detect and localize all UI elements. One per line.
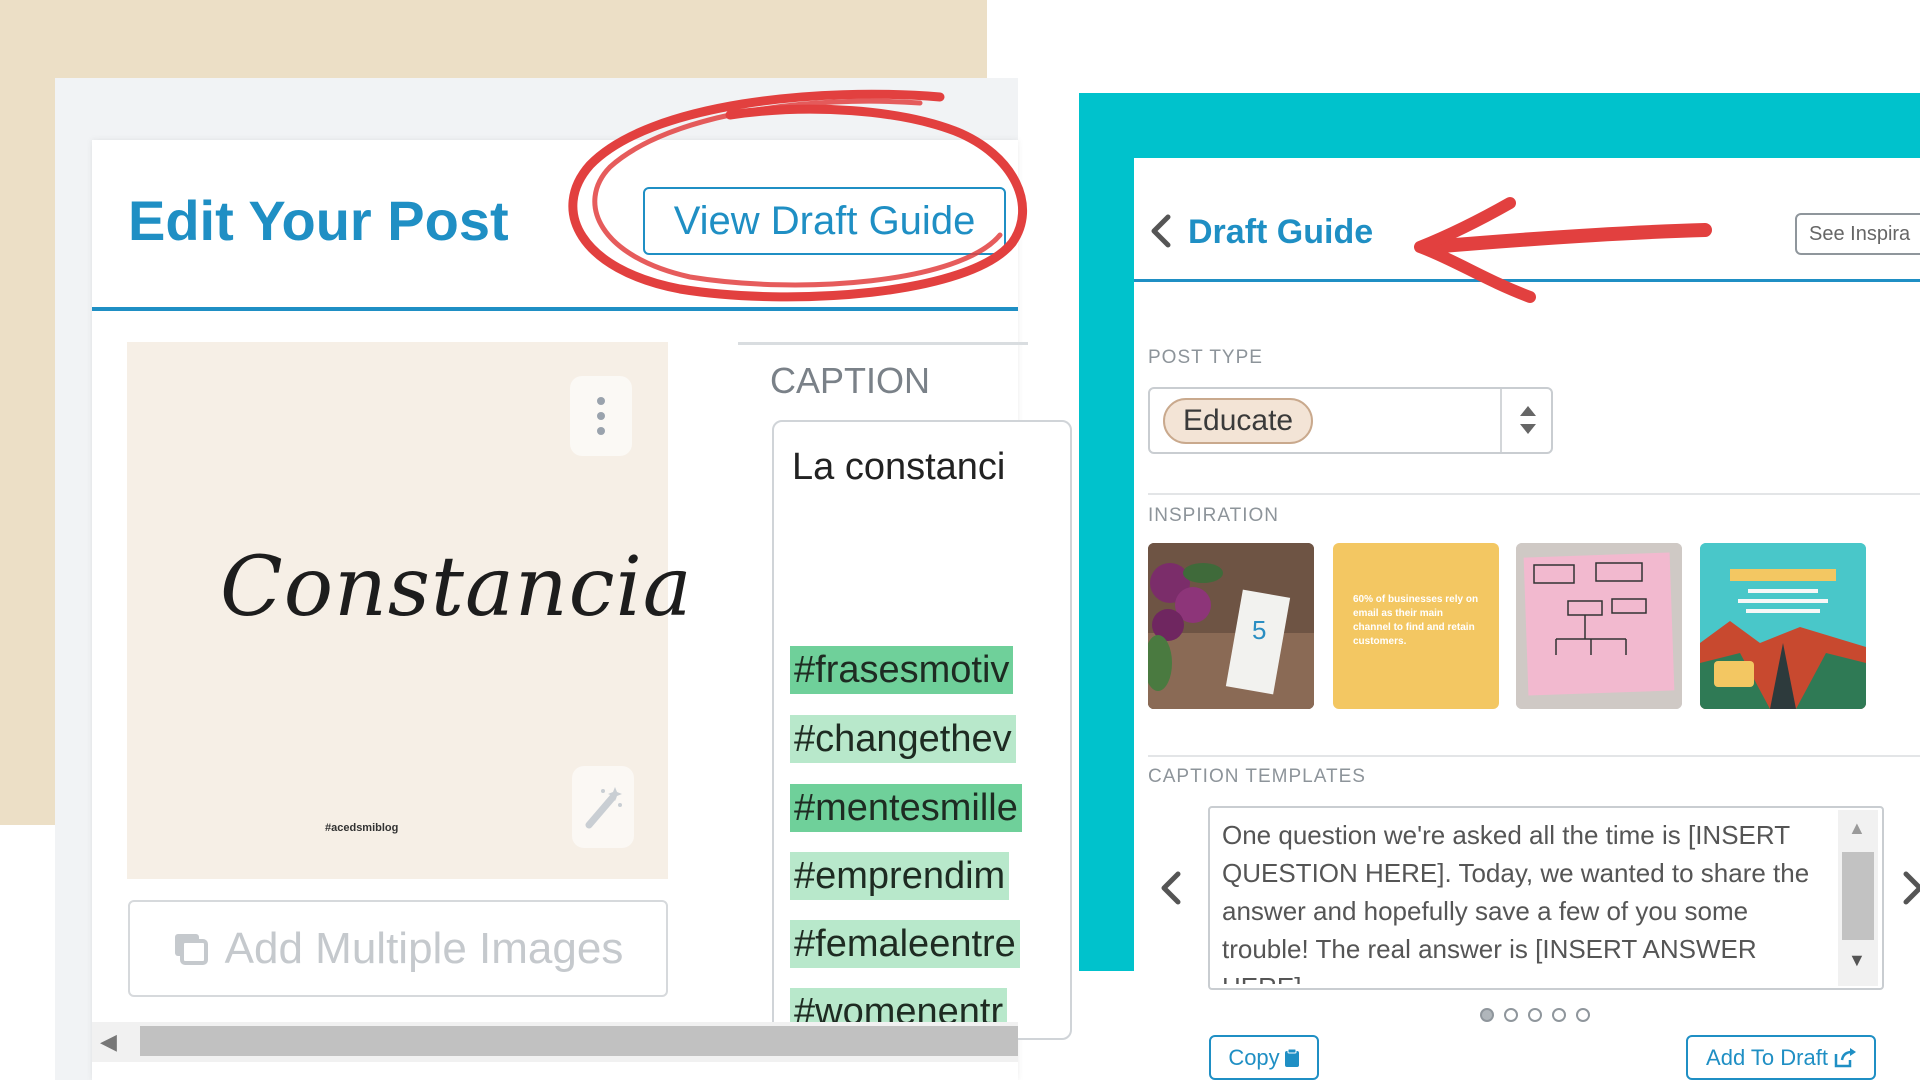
pagination-dot[interactable]: [1528, 1008, 1542, 1022]
section-divider: [1148, 493, 1920, 495]
copy-label: Copy: [1228, 1044, 1280, 1070]
draft-guide-title: Draft Guide: [1188, 213, 1374, 251]
image-handle-text: #acedsmiblog: [325, 822, 399, 834]
kebab-dot: [597, 427, 605, 435]
magic-edit-button[interactable]: [572, 766, 634, 848]
hashtag: #changethev: [790, 715, 1016, 763]
add-to-draft-button[interactable]: Add To Draft: [1686, 1035, 1876, 1080]
select-arrows-icon[interactable]: [1516, 402, 1540, 438]
select-separator: [1500, 389, 1502, 452]
page-title: Edit Your Post: [128, 189, 509, 252]
pagination-dot[interactable]: [1504, 1008, 1518, 1022]
magic-wand-icon: [585, 787, 622, 829]
svg-text:5: 5: [1252, 615, 1266, 645]
caption-divider: [738, 342, 1028, 345]
images-icon: [174, 933, 208, 965]
kebab-menu-icon: [597, 397, 605, 405]
scroll-down-icon[interactable]: ▼: [1848, 950, 1866, 971]
post-type-label: POST TYPE: [1148, 347, 1263, 368]
scroll-left-icon[interactable]: ◀: [100, 1030, 124, 1054]
copy-button[interactable]: Copy: [1209, 1035, 1319, 1080]
flowers-book-image: 5: [1148, 543, 1314, 709]
caption-template-text: One question we're asked all the time is…: [1222, 820, 1810, 984]
draft-guide-divider: [1134, 279, 1920, 282]
section-divider: [1148, 755, 1920, 757]
horizontal-scroll-thumb[interactable]: [140, 1026, 1018, 1056]
pagination-dot[interactable]: [1552, 1008, 1566, 1022]
view-draft-guide-button[interactable]: View Draft Guide: [643, 187, 1006, 255]
image-script-text: Constancia: [220, 540, 693, 635]
chevron-left-icon[interactable]: [1146, 211, 1176, 251]
hashtag: #femaleentre: [790, 920, 1020, 968]
inspiration-label: INSPIRATION: [1148, 505, 1279, 526]
scroll-up-icon[interactable]: ▲: [1848, 818, 1866, 839]
hashtag: #frasesmotiv: [790, 646, 1014, 694]
image-options-button[interactable]: [570, 376, 632, 456]
add-multiple-images-button[interactable]: Add Multiple Images: [128, 900, 668, 997]
hashtag: #emprendim: [790, 852, 1010, 900]
template-pagination: [1480, 1008, 1590, 1022]
see-inspiration-button[interactable]: See Inspira: [1795, 213, 1920, 255]
pagination-dot[interactable]: [1576, 1008, 1590, 1022]
inspiration-thumbnail[interactable]: [1700, 543, 1866, 709]
hashtag: #mentesmille: [790, 784, 1022, 832]
inspiration-thumbnail[interactable]: 60% of businesses rely on email as their…: [1333, 543, 1499, 709]
flowchart-note-image: [1516, 543, 1682, 709]
caption-text: La constanci: [792, 446, 1006, 488]
template-scroll-thumb[interactable]: [1842, 852, 1874, 940]
chevron-left-icon[interactable]: [1158, 868, 1184, 908]
inspiration-thumbnail[interactable]: [1516, 543, 1682, 709]
pagination-dot[interactable]: [1480, 1008, 1494, 1022]
thumbnail-caption: 60% of businesses rely on email as their…: [1353, 594, 1479, 647]
header-divider: [92, 307, 1018, 311]
kebab-dot: [597, 412, 605, 420]
add-to-draft-label: Add To Draft: [1706, 1044, 1828, 1070]
clipboard-icon: [1284, 1048, 1299, 1067]
road-trip-illustration-image: [1700, 543, 1866, 709]
caption-templates-label: CAPTION TEMPLATES: [1148, 766, 1366, 787]
add-multiple-images-label: Add Multiple Images: [224, 923, 624, 973]
chevron-right-icon[interactable]: [1900, 868, 1920, 908]
caption-label: CAPTION: [770, 360, 931, 401]
share-out-icon: [1834, 1047, 1856, 1067]
post-type-chip: Educate: [1163, 398, 1314, 444]
inspiration-thumbnail[interactable]: 5: [1148, 543, 1314, 709]
